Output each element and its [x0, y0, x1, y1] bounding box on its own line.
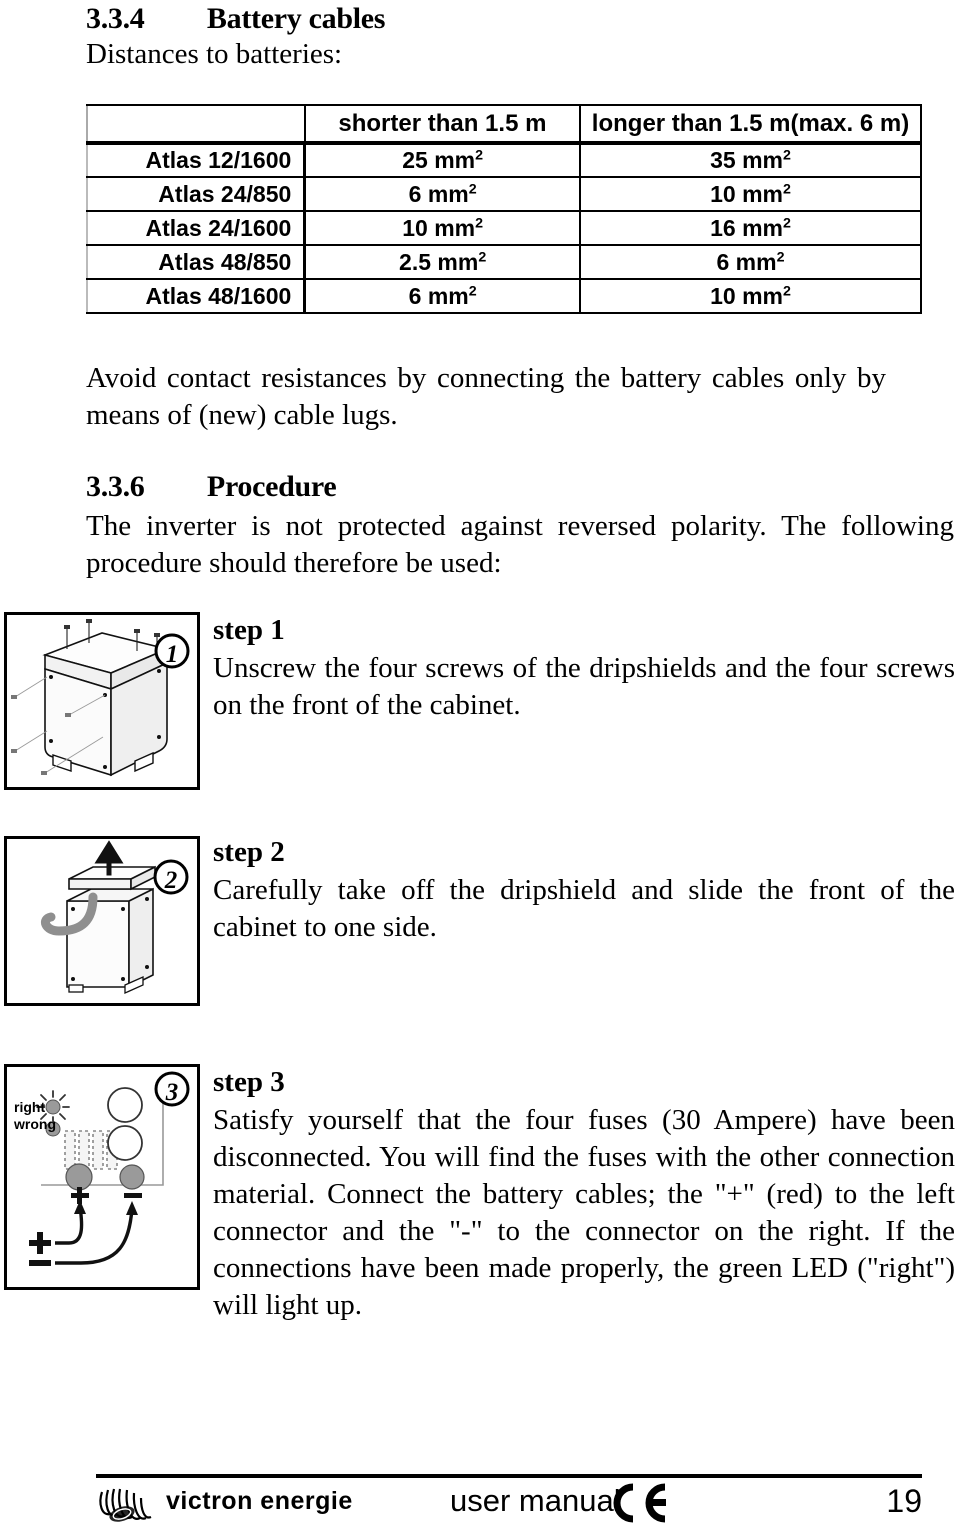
step-3-figure: 3 right wrong: [4, 1064, 200, 1290]
distances-intro: Distances to batteries:: [86, 38, 343, 70]
cabinet-screws-illustration: 1: [11, 619, 190, 777]
cell-model: Atlas 48/850: [86, 244, 307, 280]
page-number: 19: [886, 1483, 922, 1519]
contact-resistance-note: Avoid contact resistances by connecting …: [86, 362, 886, 431]
table-row: Atlas 24/850 6 mm2 10 mm2: [86, 176, 922, 212]
table-row: Atlas 48/850 2.5 mm2 6 mm2: [86, 244, 922, 280]
heading-title: Procedure: [206, 470, 337, 503]
step-3-label: step 3: [213, 1066, 285, 1098]
cell-long: 35 mm2: [579, 142, 922, 178]
cable-size-table-wrapper: shorter than 1.5 m longer than 1.5 m(max…: [86, 104, 922, 314]
unit-exponent: 2: [776, 248, 785, 265]
heading-battery-cables: 3.3.4 Battery cables: [86, 2, 385, 36]
cell-model: Atlas 12/1600: [86, 142, 307, 178]
table-header-blank: [86, 104, 306, 145]
cell-long: 10 mm2: [579, 278, 922, 314]
table-header-shorter: shorter than 1.5 m: [303, 104, 582, 145]
step-1-text: Unscrew the four screws of the dripshiel…: [213, 652, 955, 721]
table-row: Atlas 24/1600 10 mm2 16 mm2: [86, 210, 922, 246]
svg-text:1: 1: [166, 641, 179, 668]
unit-exponent: 2: [782, 282, 791, 299]
heading-number: 3.3.6: [86, 470, 145, 503]
cell-model: Atlas 24/1600: [86, 210, 307, 246]
cell-long: 16 mm2: [579, 210, 922, 246]
heading-number: 3.3.4: [86, 2, 145, 35]
victron-logo-icon: [96, 1484, 158, 1528]
unit-exponent: 2: [475, 147, 484, 164]
cell-model: Atlas 24/850: [86, 176, 307, 212]
cell-short: 10 mm2: [303, 210, 582, 246]
table-header-row: shorter than 1.5 m longer than 1.5 m(max…: [86, 104, 922, 145]
ce-mark-icon: [603, 1480, 673, 1526]
cell-short: 2.5 mm2: [303, 244, 582, 280]
led-legend: right wrong: [14, 1099, 56, 1133]
dripshield-removal-illustration: 2: [41, 840, 189, 995]
cell-long: 6 mm2: [579, 244, 922, 280]
cell-short: 25 mm2: [303, 142, 582, 178]
cell-long: 10 mm2: [579, 176, 922, 212]
step-1-figure: 1: [4, 612, 200, 790]
table-row: Atlas 48/1600 6 mm2 10 mm2: [86, 278, 922, 314]
unit-exponent: 2: [782, 147, 791, 164]
cell-short: 6 mm2: [303, 176, 582, 212]
cell-model: Atlas 48/1600: [86, 278, 307, 314]
step-2-figure: 2: [4, 836, 200, 1006]
manual-page: 3.3.4 Battery cables Distances to batter…: [0, 0, 960, 1531]
led-wrong-label: wrong: [14, 1116, 56, 1132]
table-header-longer: longer than 1.5 m(max. 6 m): [579, 104, 922, 145]
footer-document-type: user manual: [450, 1483, 621, 1518]
unit-exponent: 2: [475, 214, 484, 231]
unit-exponent: 2: [782, 214, 791, 231]
table-row: Atlas 12/1600 25 mm2 35 mm2: [86, 142, 922, 178]
cable-size-table: shorter than 1.5 m longer than 1.5 m(max…: [86, 104, 922, 314]
step-2-label: step 2: [213, 836, 285, 868]
unit-exponent: 2: [782, 180, 791, 197]
unit-exponent: 2: [468, 282, 477, 299]
step-3-text: Satisfy yourself that the four fuses (30…: [213, 1104, 955, 1321]
step-2-text: Carefully take off the dripshield and sl…: [213, 874, 955, 943]
footer-brand: victron energie: [166, 1487, 353, 1515]
unit-exponent: 2: [468, 180, 477, 197]
svg-text:3: 3: [165, 1079, 179, 1106]
heading-title: Battery cables: [206, 2, 386, 35]
step-1-label: step 1: [213, 614, 285, 646]
heading-procedure: 3.3.6 Procedure: [86, 470, 337, 504]
unit-exponent: 2: [478, 248, 487, 265]
led-right-label: right: [14, 1099, 46, 1115]
procedure-intro: The inverter is not protected against re…: [86, 510, 954, 579]
table-body: Atlas 12/1600 25 mm2 35 mm2 Atlas 24/850…: [86, 142, 922, 314]
svg-text:2: 2: [164, 867, 178, 894]
cell-short: 6 mm2: [303, 278, 582, 314]
footer-divider: [96, 1474, 922, 1478]
